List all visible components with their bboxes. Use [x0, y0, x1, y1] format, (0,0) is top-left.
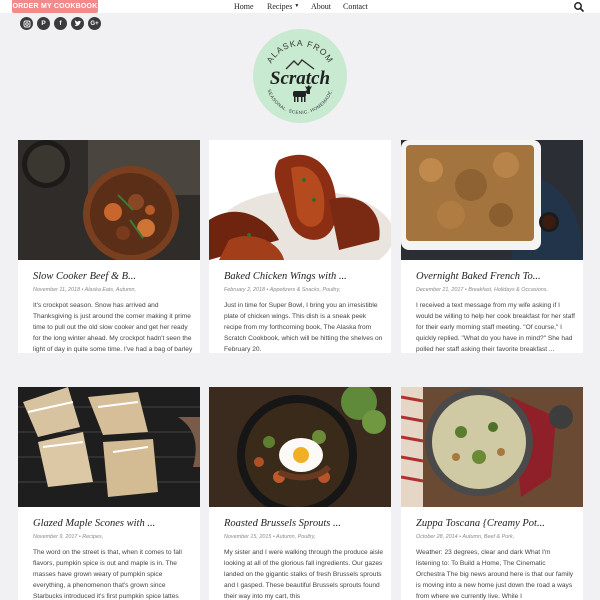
post-categories[interactable]: Appetizers & Snacks, Poultry,	[270, 287, 341, 293]
post-excerpt: Weather: 23 degrees, clear and dark What…	[416, 549, 574, 600]
post-meta: December 21, 2017 • Breakfast, Holidays …	[416, 287, 548, 293]
chevron-down-icon: ▼	[294, 4, 300, 9]
nav-recipes[interactable]: Recipes ▼	[267, 0, 299, 13]
nav-contact[interactable]: Contact	[343, 0, 368, 13]
top-bar: ORDER MY COOKBOOK Home Recipes ▼ About C…	[0, 0, 600, 13]
post-meta: November 9, 2017 • Recipes,	[33, 534, 104, 540]
pinterest-icon[interactable]: P	[37, 17, 50, 30]
post-excerpt: I received a text message from my wife a…	[416, 302, 575, 353]
post-date: November 9, 2017	[33, 534, 78, 540]
post-thumbnail[interactable]	[18, 387, 200, 507]
nav-recipes-label: Recipes	[267, 2, 293, 11]
facebook-icon[interactable]: f	[54, 17, 67, 30]
post-thumbnail[interactable]	[401, 140, 583, 260]
post-excerpt: Just in time for Super Bowl, I bring you…	[224, 302, 383, 353]
post-title[interactable]: Baked Chicken Wings with ...	[224, 271, 384, 282]
post-thumbnail[interactable]	[401, 387, 583, 507]
social-links: P f G+	[20, 17, 101, 30]
post-title[interactable]: Slow Cooker Beef & B...	[33, 271, 193, 282]
post-date: November 11, 2018	[33, 287, 80, 293]
post-meta: November 15, 2015 • Autumn, Poultry,	[224, 534, 316, 540]
post-title[interactable]: Zuppa Toscana {Creamy Pot...	[416, 518, 576, 529]
nav-about[interactable]: About	[311, 0, 331, 13]
post-excerpt: The word on the street is that, when it …	[33, 549, 182, 600]
logo-script-text: Scratch	[270, 68, 330, 89]
post-excerpt: It's crockpot season. Snow has arrived a…	[33, 302, 193, 353]
post-categories[interactable]: Breakfast, Holidays & Occasions,	[468, 287, 548, 293]
post-excerpt: My sister and I were walking through the…	[224, 549, 384, 600]
post-card[interactable]: Roasted Brussels Sprouts ... November 15…	[209, 387, 391, 600]
post-card[interactable]: Slow Cooker Beef & B... November 11, 201…	[18, 140, 200, 353]
post-title[interactable]: Overnight Baked French To...	[416, 271, 576, 282]
google-plus-icon[interactable]: G+	[88, 17, 101, 30]
search-icon[interactable]	[573, 0, 585, 12]
post-date: December 21, 2017	[416, 287, 464, 293]
post-thumbnail[interactable]	[18, 140, 200, 260]
post-date: November 15, 2015	[224, 534, 272, 540]
post-categories[interactable]: Recipes,	[82, 534, 103, 540]
post-card[interactable]: Baked Chicken Wings with ... February 2,…	[209, 140, 391, 353]
twitter-icon[interactable]	[71, 17, 84, 30]
order-cookbook-button[interactable]: ORDER MY COOKBOOK	[12, 0, 98, 13]
post-meta: October 28, 2014 • Autumn, Beef & Pork,	[416, 534, 515, 540]
post-thumbnail[interactable]	[209, 387, 391, 507]
post-title[interactable]: Roasted Brussels Sprouts ...	[224, 518, 384, 529]
post-thumbnail[interactable]	[209, 140, 391, 260]
post-categories[interactable]: Alaska Eats, Autumn,	[85, 287, 136, 293]
post-card[interactable]: Glazed Maple Scones with ... November 9,…	[18, 387, 200, 600]
post-title[interactable]: Glazed Maple Scones with ...	[33, 518, 193, 529]
post-meta: November 11, 2018 • Alaska Eats, Autumn,	[33, 287, 136, 293]
post-date: October 28, 2014	[416, 534, 458, 540]
site-logo[interactable]: ALASKA FROM Scratch SEASONAL. SCENIC. HO…	[252, 28, 348, 124]
post-categories[interactable]: Autumn, Beef & Pork,	[462, 534, 514, 540]
post-card[interactable]: Overnight Baked French To... December 21…	[401, 140, 583, 353]
post-date: February 2, 2018	[224, 287, 266, 293]
nav-home[interactable]: Home	[234, 0, 254, 13]
instagram-icon[interactable]	[20, 17, 33, 30]
post-meta: February 2, 2018 • Appetizers & Snacks, …	[224, 287, 341, 293]
post-card[interactable]: Zuppa Toscana {Creamy Pot... October 28,…	[401, 387, 583, 600]
post-categories[interactable]: Autumn, Poultry,	[276, 534, 315, 540]
